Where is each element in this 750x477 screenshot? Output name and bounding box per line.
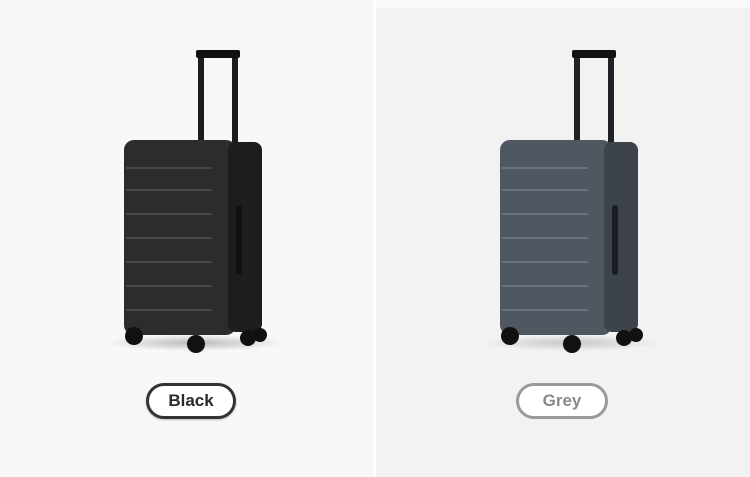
color-option-gallery: Black Grey	[0, 0, 750, 477]
grey-suitcase-image	[481, 50, 656, 353]
color-option-black[interactable]: Black	[0, 0, 374, 477]
color-option-grey[interactable]: Grey	[376, 0, 750, 477]
grey-option-button[interactable]: Grey	[516, 383, 608, 419]
black-option-button[interactable]: Black	[146, 383, 236, 419]
black-suitcase-image	[105, 50, 280, 353]
